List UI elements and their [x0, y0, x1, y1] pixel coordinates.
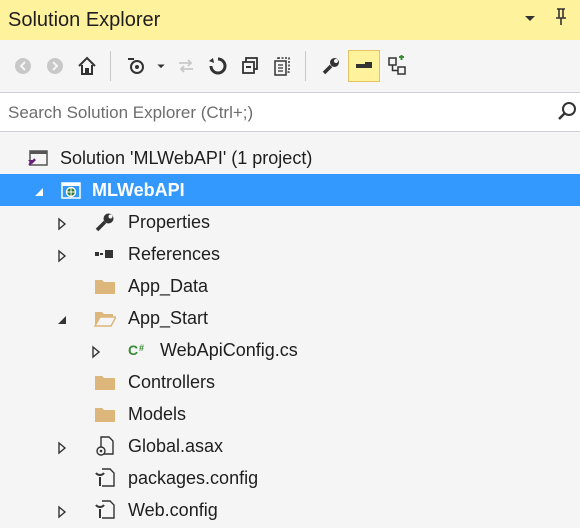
- back-icon[interactable]: [8, 51, 38, 81]
- tree-item-webapiconfig[interactable]: C # WebApiConfig.cs: [0, 334, 580, 366]
- pin-icon[interactable]: [554, 8, 568, 30]
- tree-item-label: Web.config: [128, 499, 218, 520]
- tree-item-properties[interactable]: Properties: [0, 206, 580, 238]
- tree-item-label: Controllers: [128, 371, 216, 392]
- references-icon: [94, 243, 116, 265]
- tree-item-label: Properties: [128, 211, 211, 232]
- panel-title: Solution Explorer: [8, 8, 161, 31]
- tree-item-web-config[interactable]: Web.config: [0, 494, 580, 526]
- solution-explorer-title-bar: Solution Explorer: [0, 0, 580, 40]
- dropdown-arrow-icon[interactable]: [524, 9, 536, 29]
- tree-item-label: Solution 'MLWebAPI' (1 project): [60, 147, 313, 168]
- collapsed-arrow-icon[interactable]: [55, 503, 69, 519]
- sync-with-active-document-icon[interactable]: [171, 51, 201, 81]
- folder-icon: [94, 403, 116, 425]
- collapsed-arrow-icon[interactable]: [55, 439, 69, 455]
- web-project-icon: [60, 179, 82, 201]
- folder-icon: [94, 275, 116, 297]
- pending-changes-filter-icon[interactable]: [121, 51, 151, 81]
- class-view-icon[interactable]: [382, 51, 412, 81]
- wrench-icon: [94, 211, 116, 233]
- global-asax-icon: [94, 435, 116, 457]
- toolbar-separator: [110, 51, 111, 81]
- toolbar-separator: [305, 51, 306, 81]
- search-input[interactable]: [0, 93, 550, 133]
- collapsed-arrow-icon[interactable]: [55, 215, 69, 231]
- title-controls: [524, 8, 568, 30]
- tree-item-solution[interactable]: Solution 'MLWebAPI' (1 project): [0, 142, 580, 174]
- csharp-file-icon: C #: [126, 339, 154, 361]
- tree-item-label: References: [128, 243, 221, 264]
- tree-item-label: App_Data: [128, 275, 209, 296]
- svg-text:C: C: [128, 342, 138, 358]
- tree-item-references[interactable]: References: [0, 238, 580, 270]
- open-folder-icon: [94, 307, 116, 329]
- tree-item-app-data[interactable]: App_Data: [0, 270, 580, 302]
- solution-tree: Solution 'MLWebAPI' (1 project) MLWebAPI…: [0, 132, 580, 528]
- collapsed-arrow-icon[interactable]: [55, 247, 69, 263]
- tree-item-packages-config[interactable]: packages.config: [0, 462, 580, 494]
- collapsed-arrow-icon[interactable]: [89, 343, 103, 359]
- properties-icon[interactable]: [316, 51, 346, 81]
- search-icon[interactable]: [558, 101, 576, 128]
- tree-item-label: App_Start: [128, 307, 209, 328]
- tree-item-label: Models: [128, 403, 187, 424]
- tree-item-label: packages.config: [128, 467, 259, 488]
- svg-text:#: #: [139, 343, 144, 353]
- search-box: [0, 92, 580, 133]
- preview-selected-items-icon[interactable]: [348, 50, 380, 82]
- expanded-arrow-icon[interactable]: [55, 311, 69, 325]
- dropdown-arrow-icon[interactable]: [153, 51, 169, 81]
- tree-item-app-start[interactable]: App_Start: [0, 302, 580, 334]
- tree-item-controllers[interactable]: Controllers: [0, 366, 580, 398]
- tree-item-global-asax[interactable]: Global.asax: [0, 430, 580, 462]
- config-file-icon: [94, 467, 116, 489]
- tree-item-label: Global.asax: [128, 435, 224, 456]
- config-file-icon: [94, 499, 116, 521]
- tree-item-project[interactable]: MLWebAPI: [0, 174, 580, 206]
- refresh-icon[interactable]: [203, 51, 233, 81]
- show-all-files-icon[interactable]: [267, 51, 297, 81]
- solution-icon: [27, 147, 49, 169]
- tree-item-label: MLWebAPI: [92, 179, 185, 200]
- home-icon[interactable]: [72, 51, 102, 81]
- tree-item-models[interactable]: Models: [0, 398, 580, 430]
- forward-icon[interactable]: [40, 51, 70, 81]
- folder-icon: [94, 371, 116, 393]
- expanded-arrow-icon[interactable]: [32, 183, 46, 197]
- collapse-all-icon[interactable]: [235, 51, 265, 81]
- tree-item-label: WebApiConfig.cs: [160, 339, 298, 360]
- toolbar: [0, 40, 580, 92]
